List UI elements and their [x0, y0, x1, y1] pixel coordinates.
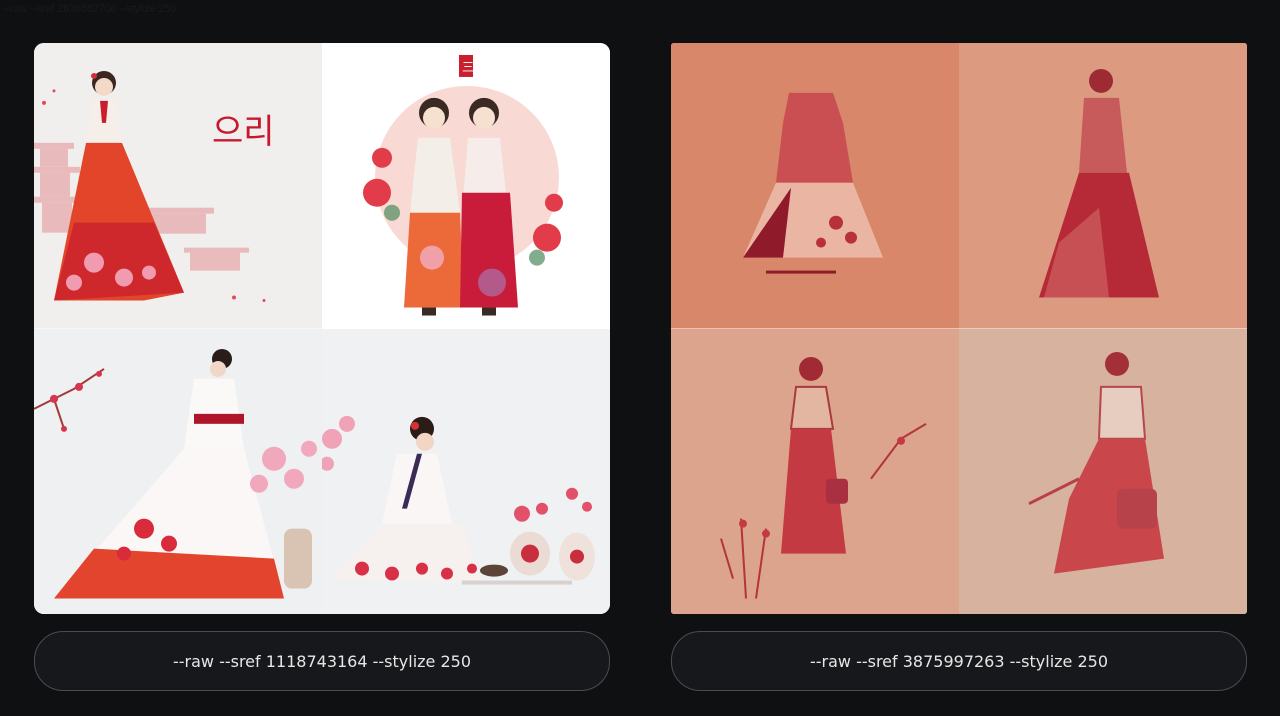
tile-walking-woman-sketch[interactable]	[959, 328, 1247, 614]
kneeling-woman-with-vases-image	[322, 328, 610, 614]
tile-woman-sketch-red[interactable]	[959, 43, 1247, 329]
prompt-note: --raw --sref 2636582706 --stylize 250	[3, 3, 176, 15]
svg-text:으리: 으리	[212, 112, 275, 152]
tile-two-girls[interactable]: 三	[322, 43, 610, 329]
hanbok-dress-sketch-image	[671, 43, 959, 329]
tile-woman-with-bag-sketch[interactable]	[671, 328, 959, 614]
image-grid-right[interactable]	[671, 43, 1247, 614]
prompt-caption-left[interactable]: --raw --sref 1118743164 --stylize 250	[34, 631, 610, 691]
tile-white-hanbok-blossoms[interactable]	[34, 328, 322, 614]
prompt-caption-right[interactable]: --raw --sref 3875997263 --stylize 250	[671, 631, 1247, 691]
hanbok-woman-with-pagoda-image: 으리	[34, 43, 322, 329]
walking-woman-sketch-image	[959, 328, 1247, 614]
tile-hanbok-woman-pagoda[interactable]: 으리	[34, 43, 322, 329]
svg-text:三: 三	[462, 60, 474, 74]
tile-kneeling-woman[interactable]	[322, 328, 610, 614]
woman-sketch-red-image	[959, 43, 1247, 329]
tile-hanbok-dress-sketch[interactable]	[671, 43, 959, 329]
woman-with-bag-sketch-image	[671, 328, 959, 614]
woman-white-hanbok-blossoms-image	[34, 328, 322, 614]
image-grid-left[interactable]: 으리 三	[34, 43, 610, 614]
two-girls-in-hanbok-image: 三	[322, 43, 610, 329]
